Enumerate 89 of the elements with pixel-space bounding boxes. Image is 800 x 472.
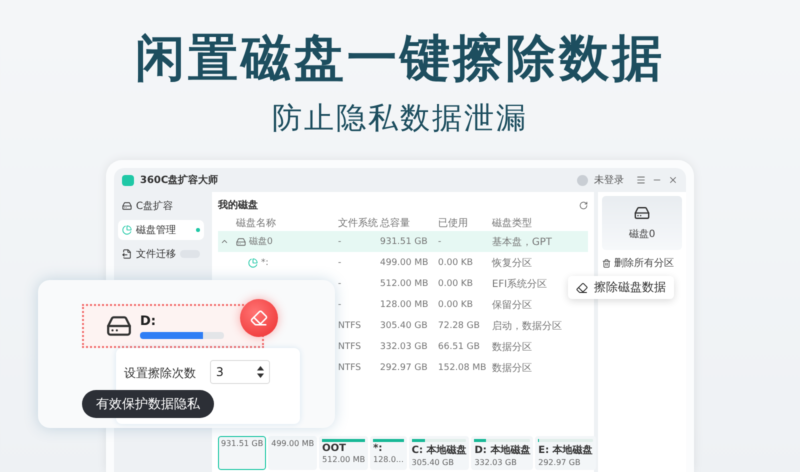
drive-icon bbox=[236, 236, 246, 246]
table-cell: 332.03 GB bbox=[380, 342, 428, 352]
table-cell: *: bbox=[261, 258, 269, 268]
table-row[interactable]: 磁盘0 - 931.51 GB - 基本盘，GPT bbox=[218, 231, 588, 252]
table-cell: 512.00 MB bbox=[380, 278, 428, 288]
close-icon[interactable] bbox=[668, 175, 678, 185]
table-cell: 499.00 MB bbox=[380, 258, 428, 268]
trash-icon bbox=[602, 258, 611, 268]
table-cell-text: 基本盘，GPT bbox=[492, 236, 552, 248]
card-value: 292.97 GB bbox=[538, 458, 582, 467]
tooltip: 有效保护数据隐私 bbox=[82, 390, 214, 418]
sidebar-label: 磁盘管理 bbox=[136, 224, 176, 237]
column-header: 磁盘名称 bbox=[236, 217, 277, 230]
sidebar-label: C盘扩容 bbox=[136, 200, 173, 213]
stepper-arrows-icon[interactable] bbox=[257, 366, 264, 378]
table-cell: - bbox=[338, 236, 342, 246]
table-cell-text: EFI系统分区 bbox=[492, 278, 548, 290]
partition-icon bbox=[248, 258, 258, 268]
table-cell: - bbox=[338, 300, 342, 310]
table-cell: 0.00 KB bbox=[438, 258, 473, 268]
disk-label: 磁盘0 bbox=[628, 228, 656, 241]
disk-card[interactable]: OOT 512.00 MB bbox=[319, 436, 368, 470]
menu-item[interactable]: 擦除磁盘数据 bbox=[568, 276, 674, 299]
card-title: *: bbox=[373, 443, 384, 454]
menu-icon[interactable] bbox=[636, 175, 646, 185]
disk-card[interactable]: D: 本地磁盘 332.03 GB bbox=[471, 436, 534, 470]
column-header: 磁盘类型 bbox=[492, 216, 533, 230]
table-cell-text: 磁盘0 bbox=[249, 236, 273, 248]
table-cell: 72.28 GB bbox=[438, 320, 480, 330]
card-value: 499.00 MB bbox=[271, 439, 314, 448]
disk-card[interactable]: *: 128.0... bbox=[370, 436, 407, 470]
card-value: 305.40 GB bbox=[412, 458, 455, 467]
column-header: 已使用 bbox=[438, 217, 469, 230]
card-title: D: 本地磁盘 bbox=[474, 444, 530, 457]
refresh-icon[interactable] bbox=[579, 200, 588, 210]
table-cell: 0.00 KB bbox=[438, 300, 473, 310]
sidebar-item[interactable]: C盘扩容 bbox=[118, 196, 204, 216]
card-value: 128.0... bbox=[373, 455, 404, 464]
eraser-button[interactable] bbox=[240, 299, 278, 337]
table-cell: - bbox=[338, 278, 342, 288]
user-label[interactable]: 未登录 bbox=[594, 173, 624, 187]
table-cell-text: 启动，数据分区 bbox=[492, 320, 562, 332]
table-cell: 66.51 GB bbox=[438, 342, 480, 352]
disk-card[interactable]: E: 本地磁盘 292.97 GB bbox=[535, 436, 596, 470]
table-cell-text: 恢复分区 bbox=[492, 256, 532, 270]
table-cell: 0.00 KB bbox=[438, 278, 473, 288]
drive-icon bbox=[634, 205, 650, 221]
table-cell-text: 保留分区 bbox=[492, 298, 532, 312]
table-cell: NTFS bbox=[338, 320, 361, 330]
pie-chart-icon bbox=[122, 225, 132, 235]
sidebar-item[interactable]: 文件迁移 bbox=[118, 244, 204, 264]
card-value: 332.03 GB bbox=[474, 458, 518, 467]
table-cell: NTFS bbox=[338, 362, 361, 372]
card-title: C: 本地磁盘 bbox=[412, 444, 466, 457]
table-cell: 305.40 GB bbox=[380, 320, 428, 330]
drive-name: D: bbox=[140, 314, 157, 328]
table-cell: - bbox=[438, 236, 442, 246]
table-cell-text: 数据分区 bbox=[492, 362, 532, 374]
column-header: 文件系统 bbox=[338, 216, 378, 230]
table-row[interactable]: *: - 499.00 MB 0.00 KB 恢复分区 bbox=[218, 252, 588, 273]
eraser-icon bbox=[576, 282, 588, 294]
sidebar-label: 文件迁移 bbox=[136, 248, 176, 261]
table-cell: 152.08 MB bbox=[438, 362, 486, 372]
sidebar-item[interactable]: 磁盘管理 bbox=[118, 220, 204, 240]
disk-card[interactable]: 499.00 MB bbox=[268, 436, 318, 470]
panel-title: 我的磁盘 bbox=[218, 198, 258, 212]
drive-icon bbox=[122, 201, 132, 211]
app-logo-icon bbox=[122, 174, 134, 186]
menu-item[interactable]: 删除所有分区 bbox=[602, 256, 682, 270]
table-cell: 292.97 GB bbox=[380, 362, 428, 372]
file-icon bbox=[122, 249, 132, 259]
subheadline: 防止隐私数据泄漏 bbox=[272, 100, 528, 138]
wipe-count-label: 设置擦除次数 bbox=[124, 365, 196, 382]
table-cell: 128.00 MB bbox=[380, 300, 428, 310]
card-value: 512.00 MB bbox=[322, 455, 366, 464]
number-spinner[interactable]: 3 bbox=[210, 360, 270, 384]
disk-card[interactable]: 931.51 GB bbox=[218, 436, 266, 470]
disk-card[interactable]: C: 本地磁盘 305.40 GB bbox=[408, 436, 470, 470]
headline: 闲置磁盘一键擦除数据 bbox=[135, 28, 665, 88]
table-cell-text: 数据分区 bbox=[492, 340, 532, 354]
card-title: E: 本地磁盘 bbox=[538, 444, 593, 457]
card-title: OOT bbox=[322, 443, 347, 454]
card-value: 931.51 GB bbox=[221, 439, 264, 448]
column-header: 总容量 bbox=[380, 216, 411, 230]
table-cell: NTFS bbox=[338, 342, 361, 352]
table-cell: 931.51 GB bbox=[380, 236, 428, 246]
eraser-icon bbox=[250, 309, 268, 327]
table-cell: - bbox=[338, 258, 342, 268]
window-title: 360C盘扩容大师 bbox=[140, 173, 220, 187]
